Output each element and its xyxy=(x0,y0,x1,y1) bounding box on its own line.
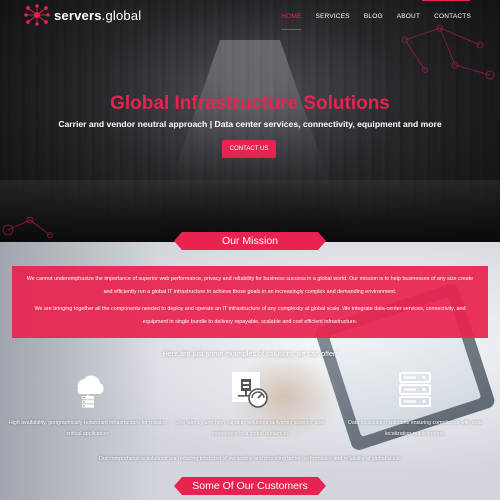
network-logo-icon xyxy=(24,4,50,26)
feature-high-availability: High availability, geographically redund… xyxy=(8,370,168,440)
server-rack-icon xyxy=(399,372,431,407)
main-navigation: HOME SERVICES BLOG ABOUT CONTACTS xyxy=(274,12,478,30)
feature-low-latency: Low latency and high capacity solutions … xyxy=(165,370,335,440)
mission-text-box: We cannot underemphasize the importance … xyxy=(12,266,488,338)
hero-title: Global Infrastructure Solutions xyxy=(110,93,390,114)
mission-paragraph-1: We cannot underemphasize the importance … xyxy=(26,276,474,295)
nav-item-home[interactable]: HOME xyxy=(274,12,308,30)
nav-item-services[interactable]: SERVICES xyxy=(308,12,356,22)
brand-name-rest: .global xyxy=(101,7,142,23)
hero-subtitle: Carrier and vendor neutral approach | Da… xyxy=(58,119,442,129)
feature-text: Data localization solutions ensuring com… xyxy=(348,420,482,437)
examples-title: Here are just some examples of solutions… xyxy=(162,349,338,358)
feature-text: High availability, geographically redund… xyxy=(8,420,168,437)
nav-item-about[interactable]: ABOUT xyxy=(390,12,427,22)
nav-item-contacts[interactable]: CONTACTS xyxy=(427,12,478,22)
feature-text: Low latency and high capacity solutions … xyxy=(175,420,325,437)
customers-heading: Some Of Our Customers xyxy=(174,477,326,495)
closing-statement: Our comprehensive solutions are reducing… xyxy=(98,456,402,462)
network-decoration-left xyxy=(2,216,53,238)
contact-us-button[interactable]: CONTACT US xyxy=(222,140,276,158)
nav-top-accent-line xyxy=(422,0,470,1)
brand-logo[interactable]: servers.global xyxy=(24,4,141,26)
nav-item-blog[interactable]: BLOG xyxy=(357,12,390,22)
cloud-server-icon xyxy=(77,375,104,408)
brand-name-bold: servers xyxy=(54,7,102,23)
brand-name: servers.global xyxy=(54,8,141,23)
network-speed-icon xyxy=(232,372,268,408)
hero-section: servers.global HOME SERVICES BLOG ABOUT … xyxy=(0,0,500,242)
mission-paragraph-2: We are bringing together all the compone… xyxy=(34,306,466,325)
network-decoration-right xyxy=(401,24,495,80)
feature-data-localization: Data localization solutions ensuring com… xyxy=(335,370,495,440)
mission-heading: Our Mission xyxy=(174,232,326,250)
